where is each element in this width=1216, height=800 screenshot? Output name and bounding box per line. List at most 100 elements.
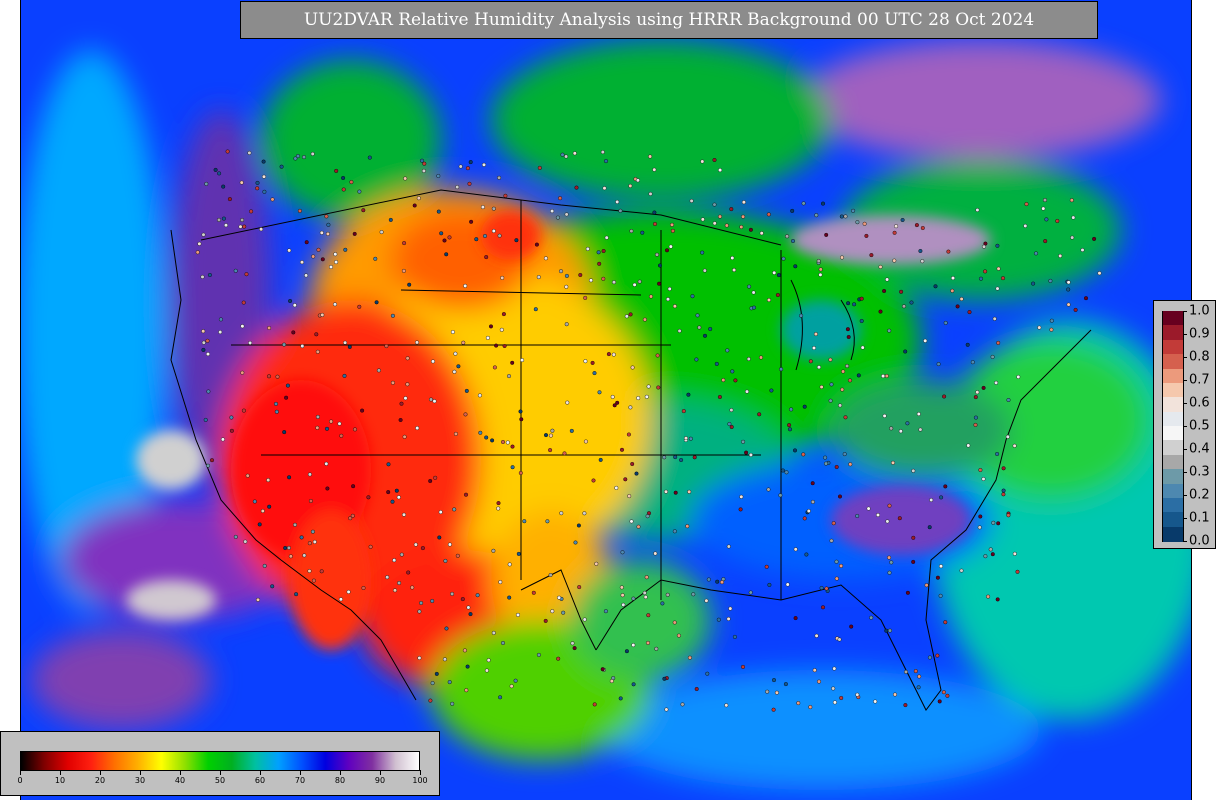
observation-dot	[229, 428, 234, 433]
observation-dot	[739, 224, 744, 229]
observation-dot	[388, 217, 393, 222]
observation-dot	[652, 167, 657, 172]
observation-dot	[447, 235, 452, 240]
observation-dot	[406, 570, 411, 575]
observation-dot	[559, 269, 564, 274]
observation-colorbar: 1.0 0.9 0.8 0.7 0.6 0.5 0.4 0.3 0.2 0.1 0.0	[1153, 300, 1216, 549]
observation-dot	[888, 628, 893, 633]
observation-dot	[514, 238, 519, 243]
observation-dot	[402, 512, 407, 517]
observation-dot	[653, 551, 658, 556]
observation-dot	[785, 234, 790, 239]
observation-dot	[262, 189, 267, 194]
observation-dot	[583, 359, 588, 364]
observation-dot	[197, 241, 202, 246]
observation-dot	[959, 297, 964, 302]
observation-dot	[592, 371, 597, 376]
observation-dot	[431, 359, 436, 364]
observation-dot	[832, 666, 837, 671]
observation-dot	[338, 597, 343, 602]
observation-dot	[464, 492, 469, 497]
observation-dot	[591, 478, 596, 483]
observation-dot	[673, 455, 678, 460]
observation-dot	[203, 417, 208, 422]
observation-dot	[248, 340, 253, 345]
observation-dot	[444, 626, 449, 631]
observation-dot	[649, 294, 654, 299]
observation-dot	[831, 686, 836, 691]
observation-dot	[832, 700, 837, 705]
observation-dot	[297, 208, 302, 213]
observation-dot	[884, 628, 889, 633]
observation-dot	[343, 247, 348, 252]
observation-dot	[519, 417, 524, 422]
observation-dot	[201, 347, 206, 352]
observation-dot	[700, 250, 705, 255]
observation-dot	[714, 361, 719, 366]
observation-dot	[1005, 434, 1010, 439]
observation-dot	[626, 432, 631, 437]
observation-dot	[292, 303, 297, 308]
observation-dot	[536, 652, 541, 657]
observation-dot	[664, 489, 669, 494]
observation-colorbar-segment	[1162, 426, 1184, 441]
observation-dot	[705, 671, 710, 676]
observation-dot	[838, 494, 843, 499]
observation-dot	[255, 180, 260, 185]
observation-dot	[484, 435, 489, 440]
observation-dot	[452, 369, 457, 374]
observation-dot	[816, 259, 821, 264]
observation-dot	[855, 692, 860, 697]
observation-dot	[729, 408, 734, 413]
observation-dot	[885, 277, 890, 282]
observation-dot	[349, 180, 354, 185]
observation-dot	[393, 588, 398, 593]
observation-dot	[484, 668, 489, 673]
observation-dot	[729, 207, 734, 212]
observation-dot	[945, 693, 950, 698]
observation-dot	[360, 408, 365, 413]
observation-dot	[433, 475, 438, 480]
observation-dot	[390, 380, 395, 385]
observation-dot	[672, 529, 677, 534]
observation-dot	[715, 579, 720, 584]
observation-dot	[812, 668, 817, 673]
observation-dot	[894, 224, 899, 229]
observation-dot	[655, 252, 660, 257]
observation-dot	[498, 695, 503, 700]
observation-dot	[996, 340, 1001, 345]
observation-colorbar-tick	[1183, 357, 1187, 358]
humidity-colorbar-tick-label: 100	[412, 776, 428, 785]
observation-dot	[600, 667, 605, 672]
observation-dot	[819, 385, 824, 390]
observation-dot	[869, 615, 874, 620]
humidity-map	[20, 0, 1192, 800]
observation-dot	[759, 231, 764, 236]
observation-dot	[501, 312, 506, 317]
observation-dot	[657, 281, 662, 286]
observation-colorbar-tick	[1183, 518, 1187, 519]
humidity-colorbar-tick-label: 20	[94, 776, 106, 785]
observation-dot	[500, 275, 505, 280]
humidity-fill	[21, 0, 1191, 800]
observation-dot	[583, 295, 588, 300]
observation-dot	[748, 452, 753, 457]
observation-dot	[460, 597, 465, 602]
observation-dot	[744, 450, 749, 455]
observation-dot	[576, 523, 581, 528]
observation-dot	[726, 616, 731, 621]
observation-dot	[282, 342, 287, 347]
observation-dot	[334, 168, 339, 173]
observation-dot	[477, 393, 482, 398]
observation-dot	[767, 582, 772, 587]
observation-dot	[220, 437, 225, 442]
observation-dot	[902, 304, 907, 309]
observation-dot	[829, 538, 834, 543]
observation-colorbar-segment	[1162, 512, 1184, 528]
observation-dot	[741, 200, 746, 205]
observation-dot	[996, 521, 1001, 526]
observation-dot	[550, 209, 555, 214]
observation-dot	[634, 471, 639, 476]
observation-dot	[352, 231, 357, 236]
observation-dot	[240, 370, 245, 375]
